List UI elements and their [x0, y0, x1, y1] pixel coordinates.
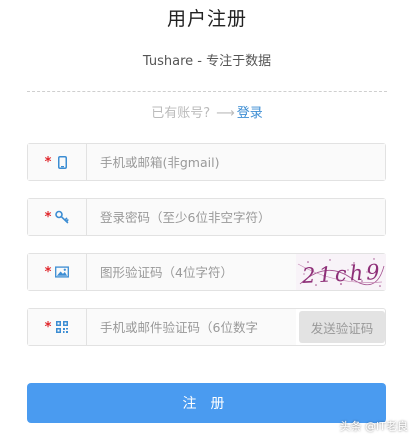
verify-code-input[interactable] — [87, 309, 296, 345]
captcha-input[interactable] — [87, 254, 296, 290]
account-input[interactable] — [87, 144, 385, 180]
send-code-button[interactable]: 发送验证码 — [299, 311, 385, 343]
password-input[interactable] — [87, 199, 385, 235]
login-prompt-text: 已有账号? — [151, 106, 211, 121]
password-field-group: * — [27, 198, 386, 236]
verify-code-field-addon: * — [28, 309, 87, 345]
verify-code-field-group: * 发送验证码 — [27, 308, 386, 346]
account-field-group: * — [27, 143, 386, 181]
captcha-field-addon: * — [28, 254, 87, 290]
login-link[interactable]: 登录 — [237, 106, 263, 121]
page-title: 用户注册 — [166, 8, 247, 30]
divider — [27, 91, 387, 92]
required-mark: * — [44, 319, 52, 335]
account-field-addon: * — [28, 144, 87, 180]
watermark-text: 头条 @IT老良 — [339, 420, 408, 433]
captcha-image[interactable]: 21ch9 — [296, 254, 386, 290]
captcha-image-text: 21ch9 — [301, 260, 384, 288]
captcha-field-group: * 21ch9 — [27, 253, 386, 291]
password-field-addon: * — [28, 199, 87, 235]
mobile-phone-icon — [55, 155, 69, 169]
login-prompt-row: 已有账号? ⟶ 登录 — [0, 102, 414, 121]
watermark: 头条 @IT老良 — [340, 418, 408, 434]
image-icon — [55, 265, 70, 279]
required-mark: * — [44, 154, 52, 170]
page-subtitle: Tushare - 专注于数据 — [142, 54, 272, 69]
key-icon — [55, 210, 70, 224]
required-mark: * — [44, 264, 52, 280]
required-mark: * — [44, 209, 52, 225]
qrcode-icon — [55, 320, 69, 334]
arrow-right-icon: ⟶ — [216, 106, 235, 121]
register-button[interactable]: 注册 — [27, 383, 386, 423]
